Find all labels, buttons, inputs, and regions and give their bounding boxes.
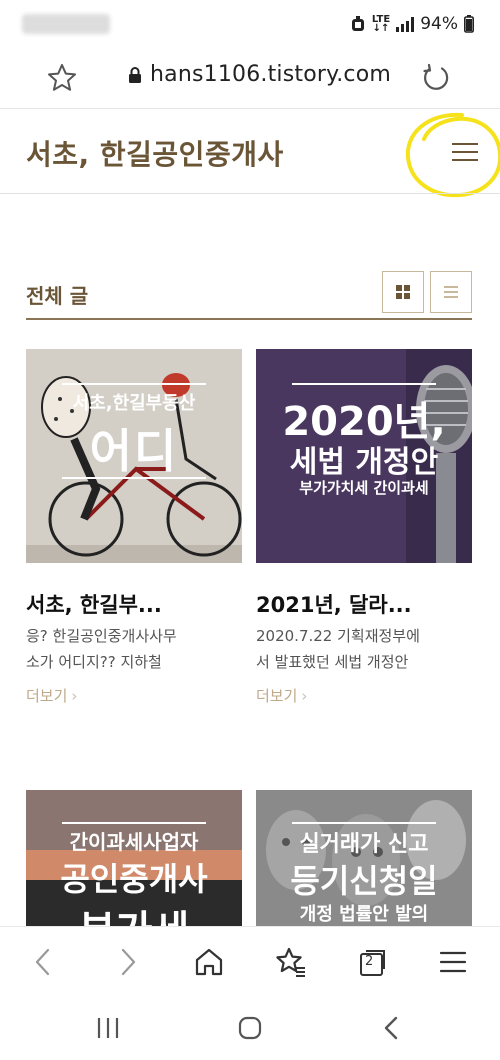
thumbnail-headline: 어디 xyxy=(89,424,179,478)
image-rule xyxy=(62,822,206,824)
system-navigation-bar xyxy=(0,996,500,1060)
yellow-circle-annotation xyxy=(405,112,500,198)
star-icon[interactable] xyxy=(46,62,78,94)
section-underline xyxy=(26,318,472,320)
tab-count: 2 xyxy=(365,954,374,969)
post-thumbnail[interactable]: 서초,한길부동산 어디 xyxy=(26,349,242,563)
grid-view-icon xyxy=(396,285,410,299)
post-thumbnail[interactable]: 실거래가 신고 등기신청일 개정 법률안 발의 xyxy=(256,790,472,926)
bookmarks-icon[interactable] xyxy=(274,945,308,979)
home-icon[interactable] xyxy=(192,945,226,979)
thumbnail-caption: 개정 법률안 발의 xyxy=(299,904,429,925)
post-title[interactable]: 2021년, 달라... xyxy=(256,589,412,619)
grid-view-button[interactable] xyxy=(382,271,424,313)
back-icon[interactable] xyxy=(27,945,61,979)
post-title[interactable]: 서초, 한길부... xyxy=(26,589,162,619)
status-indicators: LTE ↓↑ 94% xyxy=(350,14,474,34)
forward-icon[interactable] xyxy=(110,945,144,979)
post-card[interactable]: 간이과세사업자 공인중개사 부가세 xyxy=(26,790,242,926)
thumbnail-caption: 부가가치세 간이과세 xyxy=(299,479,429,497)
network-type: LTE ↓↑ xyxy=(371,14,391,34)
status-time-blurred xyxy=(22,14,110,34)
tabs-button[interactable]: 2 xyxy=(356,945,390,979)
list-view-button[interactable] xyxy=(430,271,472,313)
battery-percent: 94% xyxy=(420,14,458,34)
thumbnail-headline: 공인중개사 xyxy=(60,860,208,898)
post-excerpt: 응? 한길공인중개사사무 소가 어디지?? 지하철 xyxy=(26,627,177,671)
recents-icon[interactable] xyxy=(94,1014,122,1042)
signal-icon xyxy=(396,16,415,32)
post-thumbnail[interactable]: 간이과세사업자 공인중개사 부가세 xyxy=(26,790,242,926)
section-title: 전체 글 xyxy=(26,284,89,308)
url-bar: hans1106.tistory.com xyxy=(0,52,500,108)
reload-icon[interactable] xyxy=(420,62,452,94)
post-card[interactable]: 실거래가 신고 등기신청일 개정 법률안 발의 xyxy=(256,790,472,926)
section-header: 전체 글 xyxy=(26,268,472,320)
status-bar: LTE ↓↑ 94% xyxy=(0,0,500,52)
lock-icon xyxy=(129,66,141,83)
divider xyxy=(0,193,500,194)
hamburger-menu-icon[interactable] xyxy=(452,137,480,165)
post-excerpt: 2020.7.22 기획재정부에 서 발표했던 세법 개정안 xyxy=(256,627,420,671)
menu-icon[interactable] xyxy=(436,945,470,979)
thumbnail-subheadline: 세법 개정안 xyxy=(289,445,439,480)
post-thumbnail[interactable]: 2020년, 세법 개정안 부가가치세 간이과세 xyxy=(256,349,472,563)
image-rule xyxy=(292,383,436,385)
chevron-right-icon: › xyxy=(301,687,308,705)
chevron-right-icon: › xyxy=(71,687,78,705)
battery-icon xyxy=(464,15,474,33)
read-more-link[interactable]: 더보기 › xyxy=(26,685,77,706)
back-icon[interactable] xyxy=(378,1014,406,1042)
alarm-icon xyxy=(351,16,364,31)
blog-title[interactable]: 서초, 한길공인중개사 xyxy=(26,133,284,173)
list-view-icon xyxy=(444,286,458,298)
read-more-link[interactable]: 더보기 › xyxy=(256,685,307,706)
image-rule xyxy=(62,383,206,385)
blog-header: 서초, 한길공인중개사 xyxy=(0,109,500,198)
browser-toolbar: 2 xyxy=(0,926,500,996)
thumbnail-caption: 실거래가 신고 xyxy=(299,832,429,857)
thumbnail-headline: 등기신청일 xyxy=(290,862,438,900)
image-rule xyxy=(292,822,436,824)
thumbnail-caption: 서초,한길부동산 xyxy=(72,393,196,414)
thumbnail-subheadline: 부가세 xyxy=(26,898,242,926)
thumbnail-caption: 간이과세사업자 xyxy=(69,830,199,854)
url-text: hans1106.tistory.com xyxy=(150,62,392,87)
home-icon[interactable] xyxy=(236,1014,264,1042)
address-field[interactable]: hans1106.tistory.com xyxy=(128,62,391,87)
image-rule xyxy=(62,477,206,479)
